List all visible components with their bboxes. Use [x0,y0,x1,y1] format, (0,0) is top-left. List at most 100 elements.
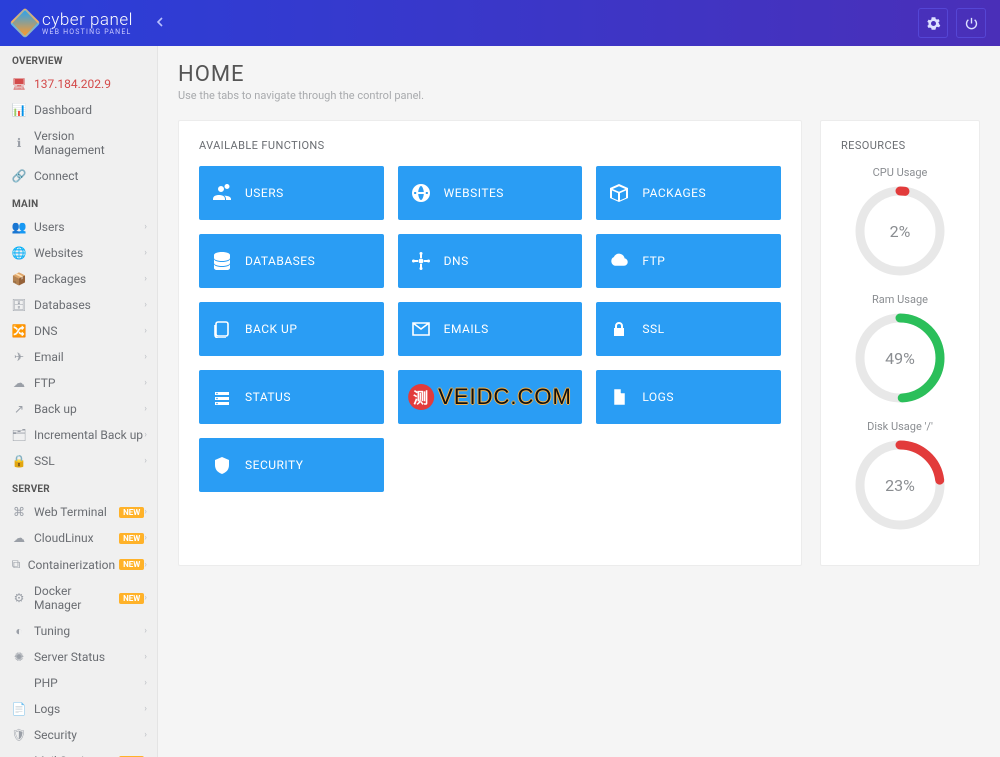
nav-websites[interactable]: 🌐Websites› [0,240,157,266]
available-functions-panel: AVAILABLE FUNCTIONS USERSWEBSITESPACKAGE… [178,120,802,566]
nav-users[interactable]: 👥Users› [0,214,157,240]
nav-incremental-back-up[interactable]: 🗂Incremental Back up› [0,422,157,448]
nav-label: Web Terminal [34,505,115,519]
nav-label: Connect [34,169,147,183]
gauge-value: 49% [854,312,946,404]
nav-label: Users [34,220,144,234]
gauge-value: 2% [854,185,946,277]
function-label: PACKAGES [642,186,706,200]
nav-label: 137.184.202.9 [34,77,147,91]
function-icon [213,388,231,406]
nav-version-management[interactable]: ℹ Version Management [0,123,157,163]
function-dns[interactable]: DNS [398,234,583,288]
nav-label: Email [34,350,144,364]
new-badge: NEW [119,593,144,604]
nav-label: Server Status [34,650,144,664]
nav-icon: 📊 [10,103,28,117]
nav-dashboard[interactable]: 📊 Dashboard [0,97,157,123]
nav-dns[interactable]: 🔀DNS› [0,318,157,344]
gauge-value: 23% [854,439,946,531]
sidebar-collapse-button[interactable] [155,16,165,31]
sidebar-section-main: MAIN [0,189,157,214]
function-label: EMAILS [444,322,489,336]
function-label: LOGS [642,390,674,404]
gauge-ram-usage: Ram Usage49% [841,293,959,404]
function-packages[interactable]: PACKAGES [596,166,781,220]
nav-137-184-202-9[interactable]: 🖥 137.184.202.9 [0,71,157,97]
nav-icon: ℹ [10,136,28,150]
nav-icon: 🔗 [10,169,28,183]
function-websites[interactable]: WEBSITES [398,166,583,220]
function-ftp[interactable]: FTP [596,234,781,288]
nav-label: Version Management [34,129,147,157]
nav-icon: ☁ [10,376,28,390]
function-label: DNS [444,254,469,268]
nav-icon: 🖥 [10,77,28,91]
resources-title: RESOURCES [841,139,959,152]
function-icon [610,252,628,270]
function-icon [610,320,628,338]
nav-docker-manager[interactable]: ⚙Docker ManagerNEW› [0,578,157,618]
function-status[interactable]: STATUS [199,370,384,424]
nav-logs[interactable]: 📄Logs› [0,696,157,722]
sidebar[interactable]: OVERVIEW🖥137.184.202.9📊DashboardℹVersion… [0,46,158,757]
nav-email[interactable]: ✈Email› [0,344,157,370]
nav-icon: ✈ [10,350,28,364]
nav-web-terminal[interactable]: ⌘Web TerminalNEW› [0,499,157,525]
nav-server-status[interactable]: ✺Server Status› [0,644,157,670]
chevron-right-icon: › [144,274,147,284]
function-users[interactable]: USERS [199,166,384,220]
brand-logo[interactable]: cyber panel WEB HOSTING PANEL [14,10,133,36]
nav-label: Logs [34,702,144,716]
gauge-disk-usage-: Disk Usage '/' 23% [841,420,959,531]
nav-back-up[interactable]: ↗Back up› [0,396,157,422]
nav-containerization[interactable]: ⧉ContainerizationNEW› [0,551,157,578]
function-icon [213,320,231,338]
new-badge: NEW [119,533,144,544]
nav-label: Back up [34,402,144,416]
nav-ftp[interactable]: ☁FTP› [0,370,157,396]
function-icon [213,184,231,202]
nav-mail-settings[interactable]: ✉Mail SettingsNEW› [0,748,157,757]
code-icon [412,388,430,406]
nav-label: Dashboard [34,103,147,117]
chevron-right-icon: › [144,430,147,440]
nav-icon: ✺ [10,650,28,664]
function-icon [412,320,430,338]
power-button[interactable] [956,8,986,38]
nav-label: Docker Manager [34,584,115,612]
function-icon [610,388,628,406]
nav-packages[interactable]: 📦Packages› [0,266,157,292]
function-icon [412,252,430,270]
function-label: FTP [642,254,665,268]
nav-tuning[interactable]: ◐Tuning› [0,618,157,644]
nav-ssl[interactable]: 🔒SSL› [0,448,157,474]
nav-icon: 🗄 [10,298,28,312]
function-label: SSL [642,322,664,336]
function-icon [213,456,231,474]
function-ssl[interactable]: SSL [596,302,781,356]
nav-icon: 📄 [10,702,28,716]
nav-connect[interactable]: 🔗 Connect [0,163,157,189]
function-emails[interactable]: EMAILS [398,302,583,356]
gauge-cpu-usage: CPU Usage2% [841,166,959,277]
gauge-label: Disk Usage '/' [841,420,959,433]
function-label: USERS [245,186,284,200]
function-security[interactable]: SECURITY [199,438,384,492]
nav-label: CloudLinux [34,531,115,545]
nav-label: SSL [34,454,144,468]
function-databases[interactable]: DATABASES [199,234,384,288]
function-tile-watermarked[interactable]: 测VEIDC.COM [398,370,583,424]
function-back-up[interactable]: BACK UP [199,302,384,356]
nav-label: DNS [34,324,144,338]
nav-icon: 🗂 [10,428,28,442]
nav-php[interactable]: PHP› [0,670,157,696]
new-badge: NEW [119,507,144,518]
nav-icon: ⌘ [10,505,28,519]
settings-button[interactable] [918,8,948,38]
function-icon [412,184,430,202]
nav-cloudlinux[interactable]: ☁CloudLinuxNEW› [0,525,157,551]
nav-security[interactable]: 🛡Security› [0,722,157,748]
nav-databases[interactable]: 🗄Databases› [0,292,157,318]
function-logs[interactable]: LOGS [596,370,781,424]
